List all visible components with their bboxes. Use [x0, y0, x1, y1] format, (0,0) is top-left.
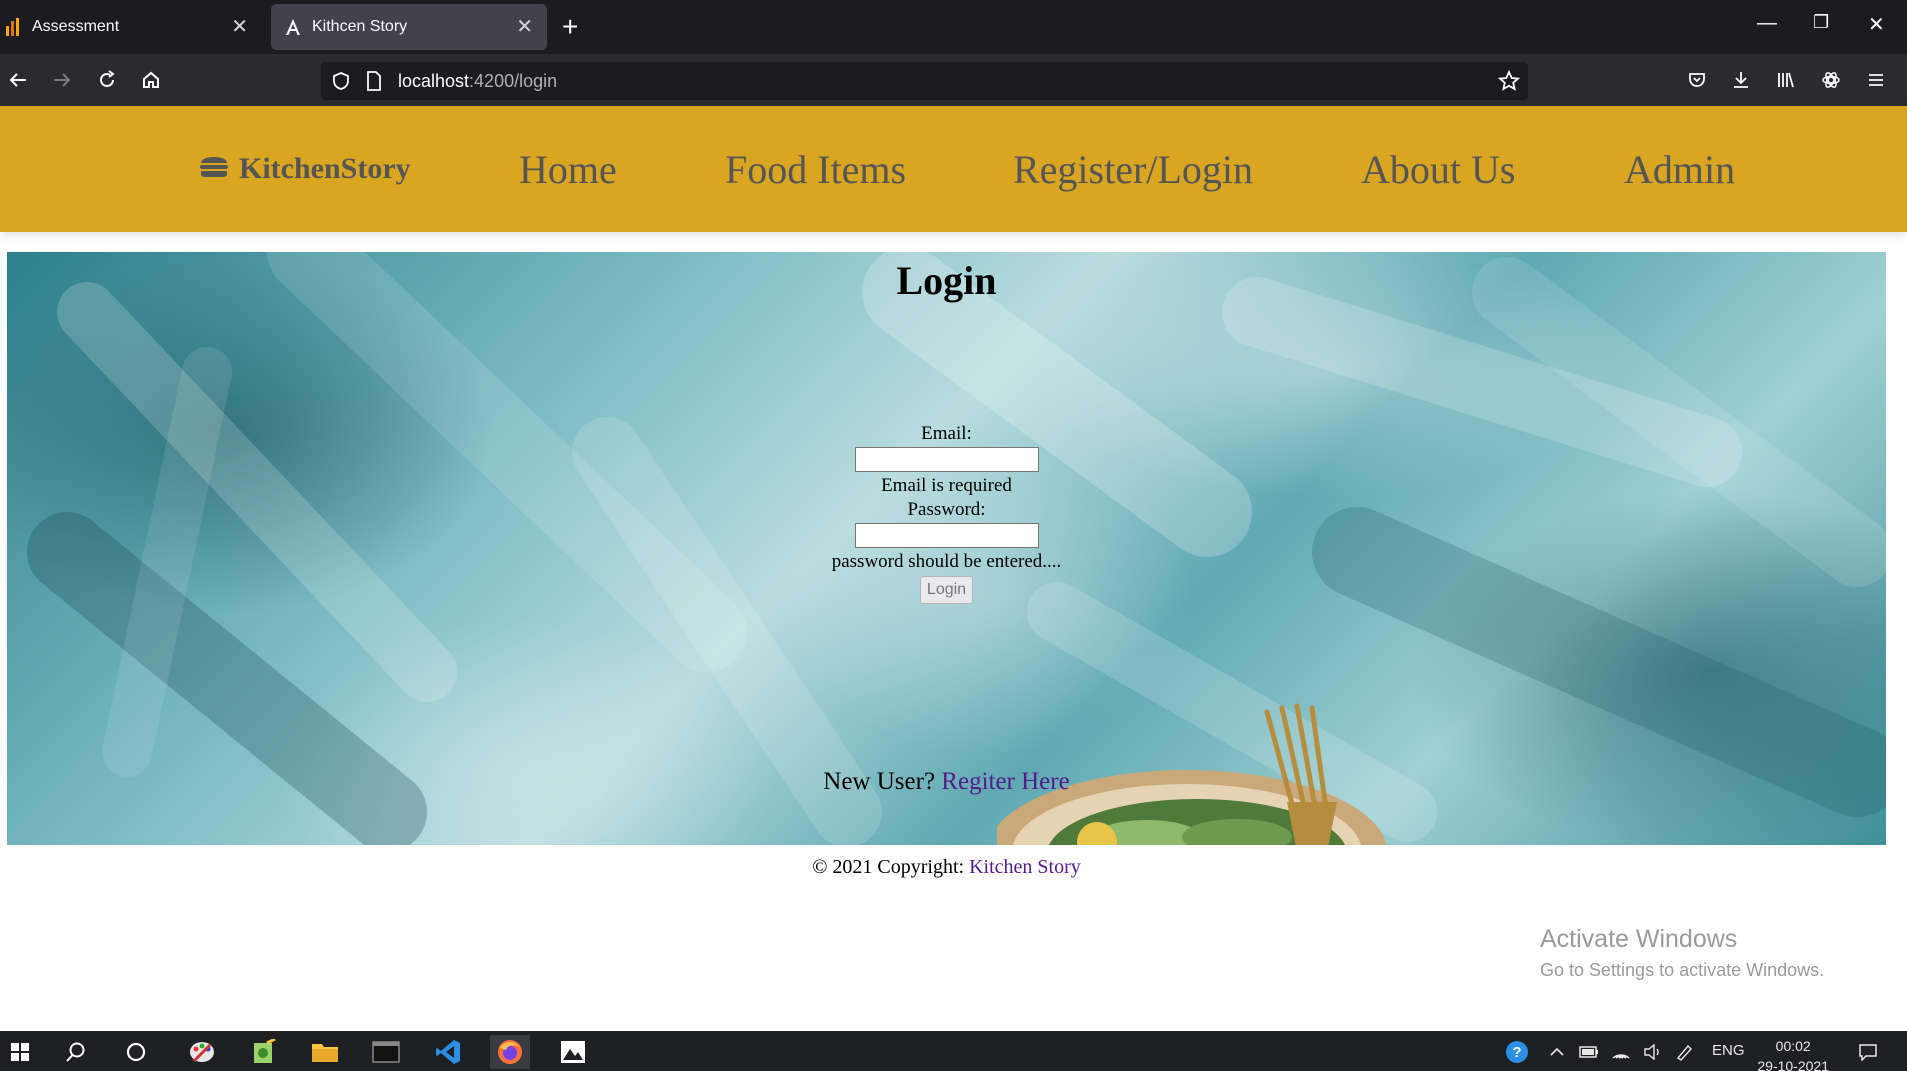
page-icon[interactable]: [366, 71, 382, 96]
notification-icon[interactable]: [1848, 1035, 1888, 1069]
wifi-icon[interactable]: [1606, 1035, 1636, 1069]
analytics-icon: [4, 18, 22, 36]
nav-register-login[interactable]: Register/Login: [1013, 146, 1253, 193]
clock-time: 00:02: [1775, 1038, 1811, 1054]
shield-icon[interactable]: [331, 71, 351, 96]
library-icon[interactable]: [1770, 64, 1802, 96]
tab-title: Kithcen Story: [312, 18, 408, 35]
windows-start-icon[interactable]: [0, 1035, 40, 1069]
close-window-icon[interactable]: ✕: [1868, 12, 1885, 37]
clock-date: 29-10-2021: [1757, 1058, 1829, 1071]
minimize-icon[interactable]: —: [1757, 12, 1777, 35]
password-error: password should be entered....: [831, 551, 1062, 572]
brand-logo[interactable]: KitchenStory: [199, 152, 411, 186]
back-icon[interactable]: [2, 64, 34, 96]
watermark-title: Activate Windows: [1540, 925, 1738, 953]
nav-about-us[interactable]: About Us: [1361, 146, 1515, 193]
nav-food-items[interactable]: Food Items: [725, 146, 906, 193]
pocket-icon[interactable]: [1681, 64, 1713, 96]
forward-icon[interactable]: [46, 64, 78, 96]
new-user-prompt: New User? Regiter Here: [7, 768, 1886, 796]
reload-icon[interactable]: [91, 64, 123, 96]
email-label: Email:: [921, 423, 972, 444]
watermark-subtitle: Go to Settings to activate Windows.: [1540, 960, 1825, 980]
file-explorer-icon[interactable]: [305, 1035, 345, 1069]
chevron-up-icon[interactable]: [1542, 1035, 1572, 1069]
nav-admin[interactable]: Admin: [1624, 146, 1735, 193]
search-icon[interactable]: [56, 1035, 96, 1069]
brand-name: KitchenStory: [239, 152, 411, 185]
angular-icon: [284, 18, 302, 36]
close-tab-icon[interactable]: ✕: [516, 15, 533, 39]
language-indicator[interactable]: ENG: [1712, 1042, 1745, 1059]
windows-taskbar: ? ENG 00:02 29-10-2021: [0, 1031, 1907, 1071]
url-text[interactable]: localhost:4200/login: [398, 71, 557, 92]
menu-icon[interactable]: [1860, 64, 1892, 96]
address-bar[interactable]: localhost:4200/login: [321, 62, 1528, 100]
new-user-text: New User?: [823, 768, 936, 795]
url-host: localhost: [398, 71, 470, 91]
url-path: :4200/login: [469, 71, 558, 91]
home-icon[interactable]: [135, 64, 167, 96]
cortana-icon[interactable]: [116, 1035, 156, 1069]
terminal-icon[interactable]: [366, 1035, 406, 1069]
help-icon[interactable]: ?: [1502, 1035, 1532, 1069]
tab-assessment[interactable]: Assessment ✕: [0, 4, 262, 50]
close-tab-icon[interactable]: ✕: [231, 15, 248, 39]
svg-text:?: ?: [1512, 1044, 1521, 1061]
password-field[interactable]: [854, 523, 1039, 548]
email-field[interactable]: [854, 447, 1039, 472]
restore-icon[interactable]: ❐: [1813, 12, 1829, 33]
login-title: Login: [896, 258, 997, 303]
bookmark-star-icon[interactable]: [1497, 69, 1521, 97]
login-hero: Login Email: Email is required Password:…: [7, 252, 1886, 845]
volume-icon[interactable]: [1638, 1035, 1668, 1069]
browser-tab-bar: Assessment ✕ Kithcen Story ✕ + — ❐ ✕: [0, 0, 1907, 54]
email-error: Email is required: [881, 475, 1012, 496]
nav-home[interactable]: Home: [519, 146, 617, 193]
pen-icon[interactable]: [1670, 1035, 1700, 1069]
hamburger-food-icon: [199, 152, 229, 186]
notepad-plus-icon[interactable]: [244, 1035, 284, 1069]
clock[interactable]: 00:02 29-10-2021: [1757, 1036, 1829, 1071]
new-tab-button[interactable]: +: [562, 12, 578, 42]
activate-windows-watermark: Activate Windows Go to Settings to activ…: [1540, 925, 1824, 981]
login-button[interactable]: Login: [919, 576, 974, 604]
vscode-icon[interactable]: [428, 1035, 468, 1069]
password-label: Password:: [907, 499, 986, 520]
photos-icon[interactable]: [553, 1035, 593, 1069]
site-footer: © 2021 Copyright: Kitchen Story: [0, 856, 1893, 879]
download-icon[interactable]: [1725, 64, 1757, 96]
tab-kitchen-story[interactable]: Kithcen Story ✕: [271, 4, 547, 50]
tab-title: Assessment: [32, 18, 120, 35]
login-form: Email: Email is required Password: passw…: [7, 422, 1886, 604]
battery-icon[interactable]: [1574, 1035, 1604, 1069]
firefox-icon[interactable]: [490, 1035, 530, 1069]
paint-icon[interactable]: [182, 1035, 222, 1069]
copyright-text: © 2021 Copyright:: [812, 856, 965, 878]
footer-link[interactable]: Kitchen Story: [969, 856, 1081, 878]
register-link[interactable]: Regiter Here: [941, 768, 1069, 795]
extension-icon[interactable]: [1815, 64, 1847, 96]
site-header: KitchenStory Home Food Items Register/Lo…: [0, 106, 1907, 232]
